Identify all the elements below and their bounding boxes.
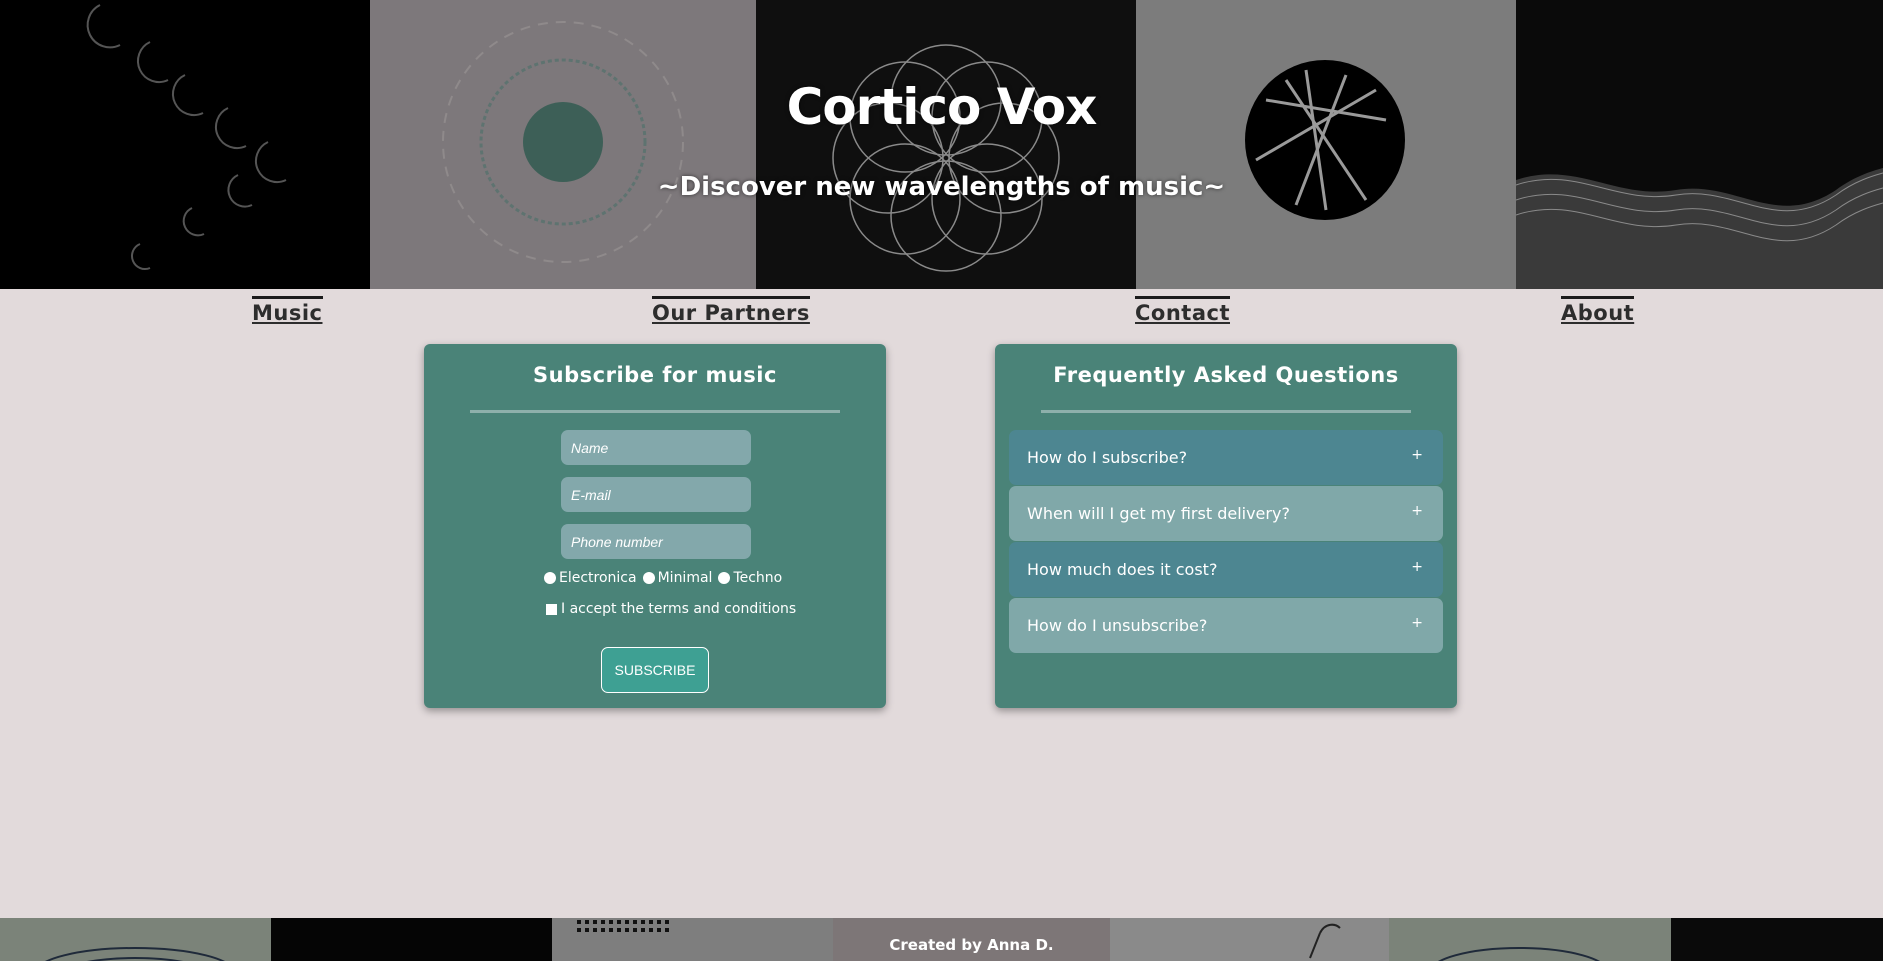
footer-image-dark-2 [1671, 918, 1883, 961]
banner-image-flower [370, 0, 756, 289]
nav-about-link[interactable]: About [1561, 296, 1635, 326]
faq-item-subscribe[interactable]: How do I subscribe? + [1009, 430, 1443, 485]
terms-checkbox[interactable] [546, 603, 557, 615]
nav-contact-link[interactable]: Contact [1135, 296, 1230, 326]
faq-question: How do I subscribe? [1027, 448, 1188, 467]
nav-music-link[interactable]: Music [252, 296, 323, 326]
terms-label: I accept the terms and conditions [561, 601, 797, 617]
footer-credit: Created by Anna D. [889, 936, 1054, 954]
banner-image-moons [0, 0, 370, 289]
minimal-radio[interactable] [642, 572, 655, 584]
expand-plus-icon: + [1411, 447, 1423, 463]
banner-image-spirograph [756, 0, 1136, 289]
faq-item-cost[interactable]: How much does it cost? + [1009, 542, 1443, 597]
phone-input[interactable] [561, 524, 751, 559]
faq-title: Frequently Asked Questions [1053, 363, 1399, 387]
faq-question: How much does it cost? [1027, 560, 1218, 579]
subscribe-card: Subscribe for music Electronica Minimal … [424, 344, 886, 708]
nav-partners-link[interactable]: Our Partners [652, 296, 810, 326]
expand-plus-icon: + [1411, 503, 1423, 519]
electronica-radio[interactable] [544, 572, 556, 584]
faq-question: How do I unsubscribe? [1027, 616, 1208, 635]
footer-image-sketch [1110, 918, 1389, 961]
techno-radio[interactable] [718, 572, 731, 584]
faq-item-unsubscribe[interactable]: How do I unsubscribe? + [1009, 598, 1443, 653]
header-banner [0, 0, 1883, 289]
footer-image-arcs-2 [1389, 918, 1671, 961]
terms-row: I accept the terms and conditions [546, 601, 796, 617]
techno-label: Techno [733, 570, 783, 586]
faq-card: Frequently Asked Questions How do I subs… [995, 344, 1457, 708]
expand-plus-icon: + [1411, 559, 1423, 575]
subscribe-button[interactable]: SUBSCRIBE [601, 647, 709, 693]
subscribe-title: Subscribe for music [533, 363, 777, 387]
expand-plus-icon: + [1411, 615, 1423, 631]
footer-image-arcs [0, 918, 271, 961]
name-input[interactable] [561, 430, 751, 465]
banner-image-lines-circle [1136, 0, 1516, 289]
footer-image-dark [271, 918, 552, 961]
subscribe-divider [470, 410, 840, 413]
electronica-label: Electronica [559, 570, 637, 586]
genre-radio-group: Electronica Minimal Techno [544, 570, 788, 586]
faq-question: When will I get my first delivery? [1027, 504, 1290, 523]
email-input[interactable] [561, 477, 751, 512]
faq-divider [1041, 410, 1411, 413]
minimal-label: Minimal [657, 570, 713, 586]
faq-item-delivery[interactable]: When will I get my first delivery? + [1009, 486, 1443, 541]
banner-image-wave [1516, 0, 1883, 289]
footer-image-halftone [552, 918, 833, 961]
